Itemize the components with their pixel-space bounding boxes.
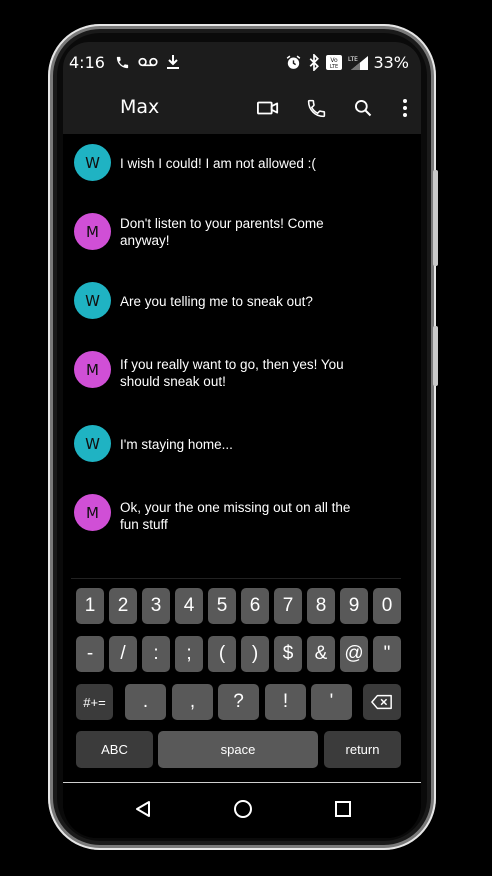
conversation-app-bar: Max xyxy=(63,82,421,134)
battery-text: 33% xyxy=(373,52,409,72)
volte-icon: Vo LTE xyxy=(325,54,343,71)
avatar[interactable]: W xyxy=(74,144,111,181)
key-period[interactable]: . xyxy=(125,684,166,720)
key-slash[interactable]: / xyxy=(109,636,137,672)
message-text: I'm staying home... xyxy=(120,437,233,452)
keyboard-divider xyxy=(71,578,401,579)
search-icon[interactable] xyxy=(351,96,375,120)
backspace-icon xyxy=(371,694,392,710)
message-text: Are you telling me to sneak out? xyxy=(120,294,313,309)
key-at[interactable]: @ xyxy=(340,636,368,672)
message-text: If you really want to go, then yes! You … xyxy=(120,357,344,389)
alarm-icon xyxy=(285,54,302,71)
phone-icon[interactable] xyxy=(304,96,328,120)
key-4[interactable]: 4 xyxy=(175,588,203,624)
key-5[interactable]: 5 xyxy=(208,588,236,624)
key-0[interactable]: 0 xyxy=(373,588,401,624)
key-question[interactable]: ? xyxy=(218,684,259,720)
more-vert-icon[interactable] xyxy=(393,96,417,120)
message-text: Ok, your the one missing out on all the … xyxy=(120,500,351,532)
avatar[interactable]: W xyxy=(74,425,111,462)
svg-text:LTE: LTE xyxy=(330,64,338,70)
svg-text:Vo: Vo xyxy=(331,57,339,64)
key-semicolon[interactable]: ; xyxy=(175,636,203,672)
volume-button xyxy=(433,326,438,386)
contact-name: Max xyxy=(120,96,160,118)
key-open-paren[interactable]: ( xyxy=(208,636,236,672)
video-call-icon[interactable] xyxy=(256,96,280,120)
status-time: 4:16 xyxy=(69,52,105,72)
bluetooth-icon xyxy=(308,53,320,71)
key-7[interactable]: 7 xyxy=(274,588,302,624)
space-bar[interactable]: space xyxy=(158,731,318,768)
key-abc[interactable]: ABC xyxy=(76,731,153,768)
avatar[interactable]: M xyxy=(74,494,111,531)
navigation-bar xyxy=(63,782,421,838)
message-text: I wish I could! I am not allowed :( xyxy=(120,156,316,171)
key-2[interactable]: 2 xyxy=(109,588,137,624)
status-bar: 4:16 Vo LTE LTE 33% xyxy=(63,42,421,82)
key-close-paren[interactable]: ) xyxy=(241,636,269,672)
key-6[interactable]: 6 xyxy=(241,588,269,624)
voicemail-icon xyxy=(138,56,158,68)
key-ampersand[interactable]: & xyxy=(307,636,335,672)
download-icon xyxy=(166,54,180,70)
lte-signal-icon: LTE xyxy=(347,54,369,71)
key-comma[interactable]: , xyxy=(172,684,213,720)
key-quote[interactable]: " xyxy=(373,636,401,672)
avatar[interactable]: M xyxy=(74,351,111,388)
key-colon[interactable]: : xyxy=(142,636,170,672)
key-exclamation[interactable]: ! xyxy=(265,684,306,720)
key-1[interactable]: 1 xyxy=(76,588,104,624)
recents-icon[interactable] xyxy=(331,797,355,821)
screen: 4:16 Vo LTE LTE 33% Max W I wish I could… xyxy=(63,42,421,838)
avatar[interactable]: M xyxy=(74,213,111,250)
key-symbols-toggle[interactable]: #+= xyxy=(76,684,113,720)
backspace-key[interactable] xyxy=(363,684,401,720)
return-key[interactable]: return xyxy=(324,731,401,768)
key-3[interactable]: 3 xyxy=(142,588,170,624)
avatar[interactable]: W xyxy=(74,282,111,319)
key-apostrophe[interactable]: ' xyxy=(311,684,352,720)
key-8[interactable]: 8 xyxy=(307,588,335,624)
key-9[interactable]: 9 xyxy=(340,588,368,624)
home-icon[interactable] xyxy=(231,797,255,821)
key-dollar[interactable]: $ xyxy=(274,636,302,672)
power-button xyxy=(433,170,438,266)
message-text: Don't listen to your parents! Come anywa… xyxy=(120,216,324,248)
back-icon[interactable] xyxy=(131,797,155,821)
phone-call-icon xyxy=(115,55,130,70)
key-hyphen[interactable]: - xyxy=(76,636,104,672)
svg-text:LTE: LTE xyxy=(348,56,358,63)
